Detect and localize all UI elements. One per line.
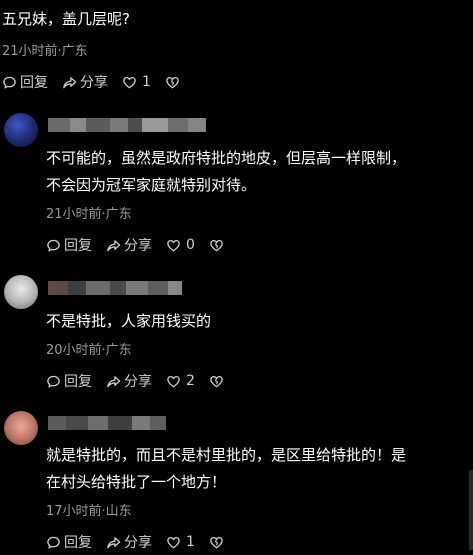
comment-text: 五兄妹，盖几层呢? (2, 10, 130, 28)
broken-heart-icon (166, 76, 179, 88)
comment-actions: 回复 分享 1 (2, 72, 197, 92)
reply-label: 回复 (64, 238, 92, 254)
comment-text: 不可能的，虽然是政府特批的地皮，但层高一样限制， (46, 149, 407, 167)
reply-button[interactable]: 回复 (46, 235, 92, 255)
scrollbar[interactable] (469, 470, 473, 550)
heart-icon (167, 536, 180, 548)
share-arrow-icon (107, 239, 121, 251)
share-button[interactable]: 分享 (106, 235, 152, 255)
dislike-button[interactable] (209, 238, 227, 253)
like-count: 2 (186, 373, 195, 389)
share-label: 分享 (124, 374, 152, 390)
heart-icon (167, 239, 180, 251)
comment-actions: 回复 分享 1 (46, 532, 241, 552)
reply-button[interactable]: 回复 (46, 371, 92, 391)
dislike-button[interactable] (209, 374, 227, 389)
share-arrow-icon (107, 536, 121, 548)
comment-actions: 回复 分享 0 (46, 235, 241, 255)
reply-label: 回复 (64, 374, 92, 390)
broken-heart-icon (210, 536, 223, 548)
username-blurred (48, 416, 166, 430)
like-count: 1 (142, 74, 151, 90)
share-label: 分享 (124, 238, 152, 254)
comment-text: 就是特批的，而且不是村里批的，是区里给特批的！是 (46, 446, 407, 464)
avatar[interactable] (4, 113, 38, 147)
like-button[interactable]: 1 (122, 74, 151, 90)
reply-bubble-icon (47, 375, 60, 388)
comment-text: 不是特批，人家用钱买的 (46, 312, 212, 330)
like-count: 1 (186, 534, 195, 550)
share-label: 分享 (124, 535, 152, 551)
reply-label: 回复 (64, 535, 92, 551)
reply-button[interactable]: 回复 (2, 72, 48, 92)
comment-meta: 21小时前·广东 (2, 44, 88, 59)
broken-heart-icon (210, 375, 223, 387)
comment-meta: 20小时前·广东 (46, 343, 132, 358)
comment-actions: 回复 分享 2 (46, 371, 241, 391)
avatar[interactable] (4, 275, 38, 309)
dislike-button[interactable] (209, 535, 227, 550)
username-blurred (48, 118, 206, 132)
username-blurred (48, 281, 182, 295)
dislike-button[interactable] (165, 75, 183, 90)
share-arrow-icon (107, 375, 121, 387)
like-count: 0 (186, 237, 195, 253)
share-button[interactable]: 分享 (106, 371, 152, 391)
share-arrow-icon (63, 76, 77, 88)
share-label: 分享 (80, 75, 108, 91)
reply-label: 回复 (20, 75, 48, 91)
reply-button[interactable]: 回复 (46, 532, 92, 552)
reply-bubble-icon (3, 76, 16, 89)
broken-heart-icon (210, 239, 223, 251)
like-button[interactable]: 2 (166, 373, 195, 389)
comment-meta: 17小时前·山东 (46, 504, 132, 519)
like-button[interactable]: 0 (166, 237, 195, 253)
share-button[interactable]: 分享 (106, 532, 152, 552)
comment-text: 不会因为冠军家庭就特别对待。 (46, 176, 257, 194)
comment-text: 在村头给特批了一个地方！ (46, 473, 227, 491)
like-button[interactable]: 1 (166, 534, 195, 550)
heart-icon (167, 375, 180, 387)
reply-bubble-icon (47, 536, 60, 549)
avatar[interactable] (4, 411, 38, 445)
share-button[interactable]: 分享 (62, 72, 108, 92)
reply-bubble-icon (47, 239, 60, 252)
heart-icon (123, 76, 136, 88)
comment-meta: 21小时前·广东 (46, 207, 132, 222)
